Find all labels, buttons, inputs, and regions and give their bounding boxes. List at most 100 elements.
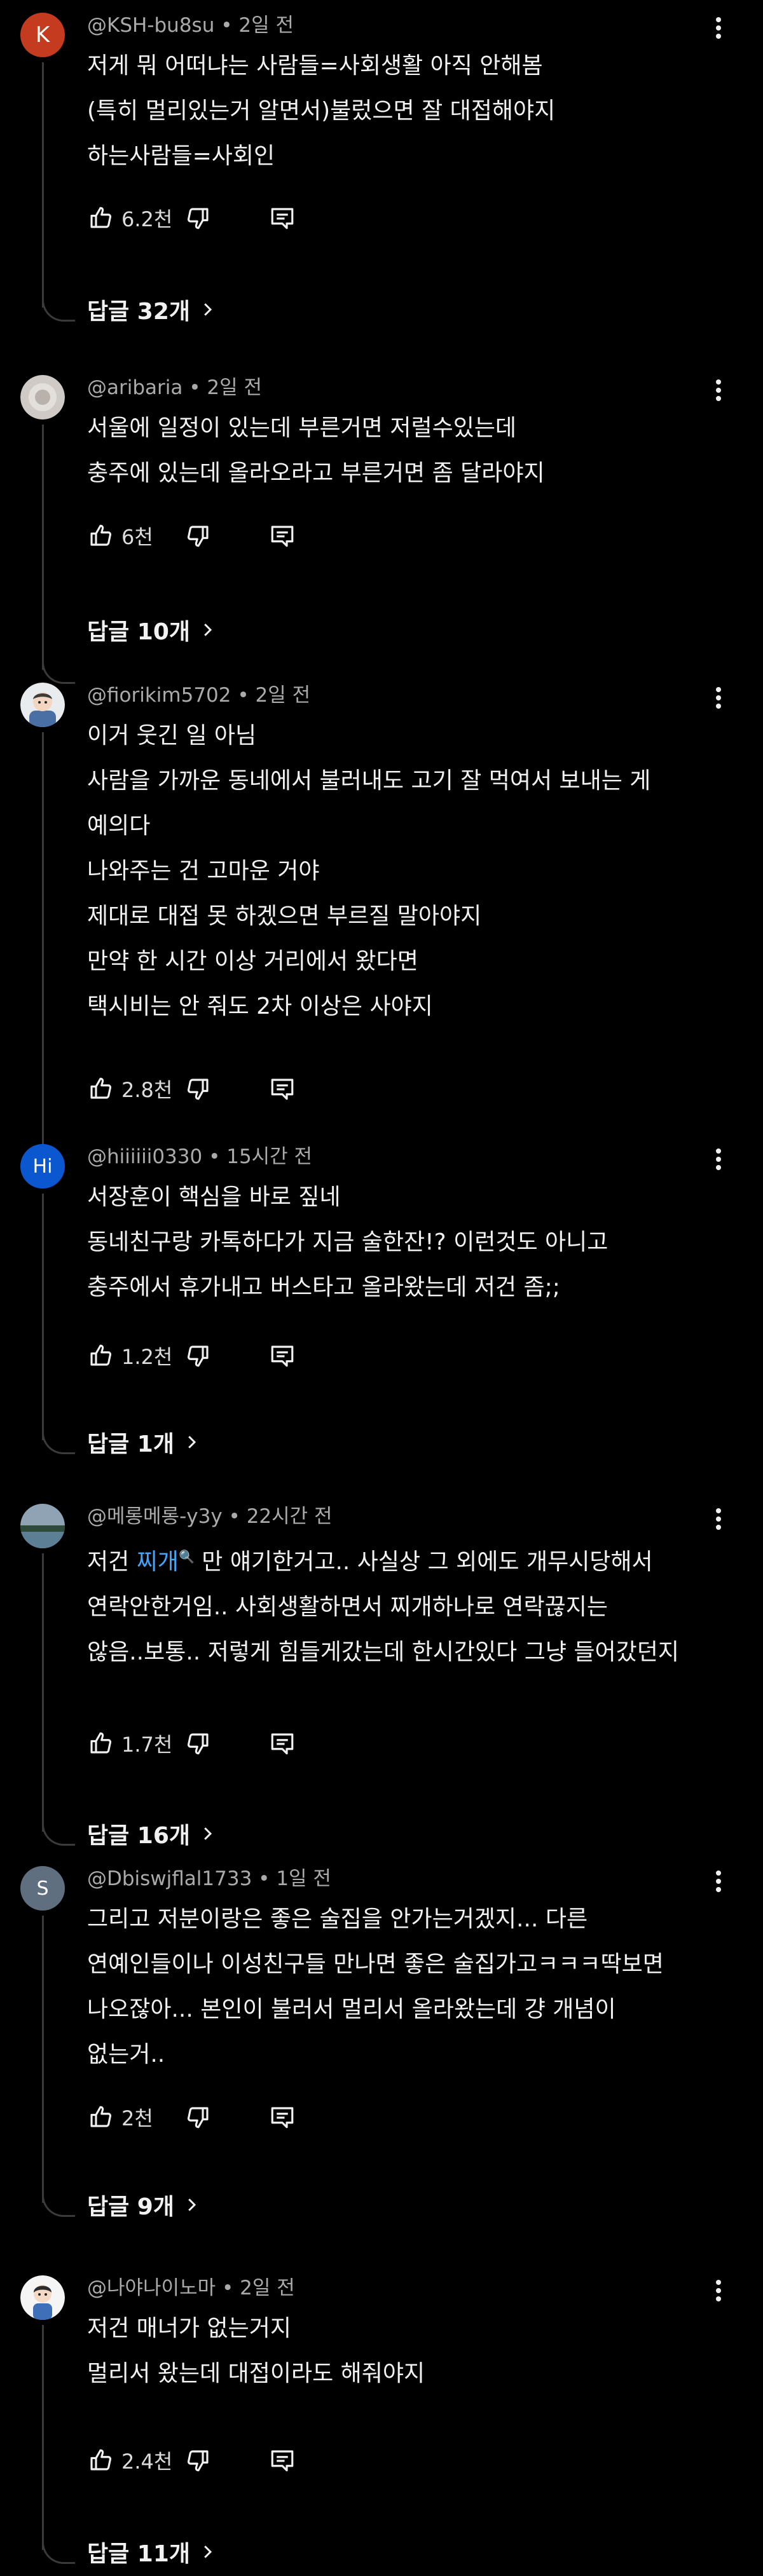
comment-time[interactable]: 15시간 전 (226, 1145, 312, 1168)
view-replies-button[interactable]: 답글 1개 (87, 1426, 201, 1458)
dislike-icon[interactable] (185, 1342, 212, 1369)
landscape-photo-avatar-icon[interactable] (20, 1504, 65, 1548)
like-count: 1.7천 (121, 1733, 173, 1757)
text-span: 저건 (87, 1549, 137, 1575)
thread-connector (42, 1816, 75, 1846)
avatar[interactable]: K (20, 13, 65, 57)
comment-line: 그리고 저분이랑은 좋은 술집을 안가는거겠지... 다른 (87, 1906, 588, 1932)
more-options-icon[interactable] (707, 1506, 730, 1532)
comment-line: 동네친구랑 카톡하다가 지금 술한잔!? 이런것도 아니고 (87, 1229, 608, 1255)
comment-time[interactable]: 2일 전 (238, 14, 294, 37)
more-options-icon[interactable] (707, 2278, 730, 2303)
like-icon[interactable] (87, 2447, 114, 2474)
like-icon[interactable] (87, 1342, 114, 1369)
like-count: 2천 (121, 2106, 153, 2130)
dislike-icon[interactable] (185, 2104, 212, 2130)
comment-actions: 1.7천 (87, 1728, 296, 1759)
search-icon[interactable]: 🔍 (179, 1549, 195, 1564)
comment-author[interactable]: @hiiiiii0330 (87, 1145, 202, 1168)
comment-text: 그리고 저분이랑은 좋은 술집을 안가는거겠지... 다른 연예인들이나 이성친… (87, 1897, 723, 2077)
comment-actions: 6.2천 (87, 202, 296, 234)
comment-actions: 2천 (87, 2101, 296, 2133)
comment-line: 않음..보통.. 저렇게 힘들게갔는데 한시간있다 그냥 들어갔던지 (87, 1639, 679, 1665)
comment-line: 저게 뭐 어떠냐는 사람들=사회생활 아직 안해봄 (87, 53, 543, 79)
more-options-icon[interactable] (707, 15, 730, 41)
more-options-icon[interactable] (707, 1147, 730, 1172)
comment-time[interactable]: 2일 전 (256, 684, 311, 707)
comment-line: (특히 멀리있는거 알면서)불렀으면 잘 대접해야지 (87, 98, 556, 124)
like-icon[interactable] (87, 1730, 114, 1757)
comment-line: 멀리서 왔는데 대접이라도 해줘야지 (87, 2361, 425, 2387)
comment-line: 예의다 (87, 813, 151, 839)
like-icon[interactable] (87, 205, 114, 231)
comment-author[interactable]: @Dbiswjflal1733 (87, 1867, 252, 1890)
reply-icon[interactable] (269, 2104, 296, 2130)
view-replies-button[interactable]: 답글 9개 (87, 2189, 201, 2221)
view-replies-button[interactable]: 답글 32개 (87, 294, 217, 325)
more-options-icon[interactable] (707, 685, 730, 711)
comment-author[interactable]: @나야나이노마 (87, 2277, 216, 2300)
reply-icon[interactable] (269, 522, 296, 549)
comment-header: @메롱메롱-y3y • 22시간 전 (87, 1505, 333, 1528)
comment-actions: 2.8천 (87, 1073, 296, 1105)
comment-author[interactable]: @aribaria (87, 376, 182, 399)
view-replies-button[interactable]: 답글 10개 (87, 614, 217, 646)
dislike-icon[interactable] (185, 522, 212, 549)
comment-text: 서울에 일정이 있는데 부른거면 저럴수있는데 충주에 있는데 올라오라고 부른… (87, 405, 723, 496)
chevron-right-icon (188, 2198, 196, 2211)
avatar[interactable]: S (20, 1866, 65, 1911)
comment-text: 저게 뭐 어떠냐는 사람들=사회생활 아직 안해봄 (특히 멀리있는거 알면서)… (87, 43, 723, 179)
dislike-icon[interactable] (185, 1730, 212, 1757)
comment-header: @Dbiswjflal1733 • 1일 전 (87, 1867, 331, 1890)
thread-connector (42, 2188, 75, 2217)
comment-line: 저건 찌개🔍 만 얘기한거고.. 사실상 그 외에도 개무시당해서 (87, 1534, 723, 1584)
search-link[interactable]: 찌개 (137, 1549, 179, 1575)
comment-line: 하는사람들=사회인 (87, 143, 275, 169)
view-replies-button[interactable]: 답글 16개 (87, 1818, 217, 1850)
replies-label: 답글 1개 (87, 1431, 174, 1457)
like-icon[interactable] (87, 522, 114, 549)
reply-icon[interactable] (269, 1730, 296, 1757)
pale-round-photo-avatar-icon[interactable] (20, 375, 65, 419)
comment-time[interactable]: 1일 전 (276, 1867, 331, 1890)
comment-text: 저건 매너가 없는거지 멀리서 왔는데 대접이라도 해줘야지 (87, 2306, 723, 2396)
comment-actions: 1.2천 (87, 1340, 296, 1372)
more-options-icon[interactable] (707, 1869, 730, 1894)
thread-line (42, 1194, 44, 1440)
comment-text: 이거 웃긴 일 아님 사람을 가까운 동네에서 불러내도 고기 잘 먹여서 보내… (87, 713, 723, 1029)
chevron-right-icon (204, 2545, 212, 2558)
comment-time[interactable]: 22시간 전 (247, 1505, 333, 1528)
comment-author[interactable]: @KSH-bu8su (87, 14, 214, 37)
comment-text: 저건 찌개🔍 만 얘기한거고.. 사실상 그 외에도 개무시당해서 연락안한거임… (87, 1534, 723, 1675)
comment-time[interactable]: 2일 전 (240, 2277, 295, 2300)
reply-icon[interactable] (269, 1342, 296, 1369)
thread-connector (42, 292, 75, 322)
dislike-icon[interactable] (185, 2447, 212, 2474)
dislike-icon[interactable] (185, 205, 212, 231)
chevron-right-icon (204, 303, 212, 316)
reply-icon[interactable] (269, 205, 296, 231)
avatar[interactable]: Hi (20, 1144, 65, 1189)
more-options-icon[interactable] (707, 378, 730, 403)
thread-line (42, 1553, 44, 1832)
thread-connector (42, 1425, 75, 1454)
comment-time[interactable]: 2일 전 (207, 376, 262, 399)
chevron-right-icon (204, 624, 212, 636)
comment-header: @aribaria • 2일 전 (87, 376, 263, 399)
like-count: 2.8천 (121, 1078, 173, 1102)
comment-line: 충주에 있는데 올라오라고 부른거면 좀 달라야지 (87, 460, 545, 486)
like-icon[interactable] (87, 1075, 114, 1102)
like-icon[interactable] (87, 2104, 114, 2130)
thread-line (42, 2325, 44, 2550)
view-replies-button[interactable]: 답글 11개 (87, 2536, 217, 2568)
reply-icon[interactable] (269, 2447, 296, 2474)
comment-actions: 6천 (87, 520, 296, 552)
like-count: 1.2천 (121, 1345, 173, 1369)
replies-label: 답글 9개 (87, 2194, 174, 2220)
dislike-icon[interactable] (185, 1075, 212, 1102)
comment-author[interactable]: @메롱메롱-y3y (87, 1505, 223, 1528)
character-illustration-avatar-icon[interactable] (20, 2275, 65, 2320)
cartoon-character-avatar-icon[interactable] (20, 683, 65, 727)
reply-icon[interactable] (269, 1075, 296, 1102)
comment-author[interactable]: @fiorikim5702 (87, 684, 231, 707)
